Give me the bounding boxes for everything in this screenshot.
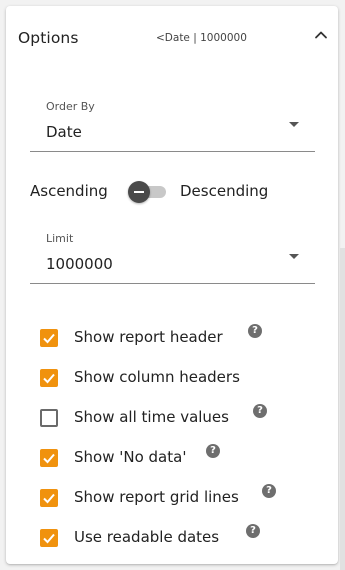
checkmark-icon (43, 493, 55, 504)
question-circle-icon[interactable]: ? (246, 524, 260, 538)
chevron-up-icon (315, 31, 327, 39)
options-checklist: Show report header ? Show column headers… (40, 318, 330, 558)
order-by-value: Date (46, 123, 82, 141)
option-show-report-header[interactable]: Show report header ? (40, 318, 330, 358)
question-circle-icon[interactable]: ? (248, 324, 262, 338)
ascending-label: Ascending (30, 182, 108, 200)
option-label: Show report grid lines (74, 488, 239, 506)
option-label: Show report header (74, 328, 223, 346)
options-title: Options (18, 29, 79, 47)
descending-label: Descending (180, 182, 269, 200)
question-circle-icon[interactable]: ? (206, 444, 220, 458)
checkbox-checked[interactable] (40, 449, 58, 467)
order-by-label: Order By (46, 100, 95, 113)
option-label: Show all time values (74, 408, 229, 426)
option-label: Show 'No data' (74, 448, 187, 466)
question-circle-icon[interactable]: ? (262, 484, 276, 498)
checkbox-checked[interactable] (40, 489, 58, 507)
options-panel: Options <Date | 1000000 Order By Date As… (6, 6, 338, 564)
sort-direction-toggle[interactable] (128, 181, 168, 203)
checkbox-checked[interactable] (40, 529, 58, 547)
limit-select[interactable]: Limit 1000000 (30, 228, 315, 284)
option-label: Show column headers (74, 368, 240, 386)
option-show-all-time-values[interactable]: Show all time values ? (40, 398, 330, 438)
checkbox-unchecked[interactable] (40, 409, 58, 427)
options-header[interactable]: Options <Date | 1000000 (6, 6, 338, 68)
toggle-knob (128, 181, 150, 203)
option-show-no-data[interactable]: Show 'No data' ? (40, 438, 330, 478)
checkmark-icon (43, 533, 55, 544)
order-by-select[interactable]: Order By Date (30, 96, 315, 152)
option-label: Use readable dates (74, 528, 220, 546)
checkmark-icon (43, 453, 55, 464)
checkmark-icon (43, 373, 55, 384)
caret-down-icon (289, 122, 299, 127)
checkbox-checked[interactable] (40, 369, 58, 387)
question-circle-icon[interactable]: ? (253, 404, 267, 418)
checkbox-checked[interactable] (40, 329, 58, 347)
caret-down-icon (289, 254, 299, 259)
option-use-readable-dates[interactable]: Use readable dates ? (40, 518, 330, 558)
option-show-column-headers[interactable]: Show column headers (40, 358, 330, 398)
scrollbar[interactable] (340, 248, 345, 570)
sort-direction-row: Ascending Descending (30, 180, 320, 204)
limit-value: 1000000 (46, 255, 113, 273)
options-summary: <Date | 1000000 (156, 32, 247, 44)
option-show-report-grid-lines[interactable]: Show report grid lines ? (40, 478, 330, 518)
limit-label: Limit (46, 232, 74, 245)
collapse-button[interactable] (310, 24, 332, 46)
checkmark-icon (43, 333, 55, 344)
